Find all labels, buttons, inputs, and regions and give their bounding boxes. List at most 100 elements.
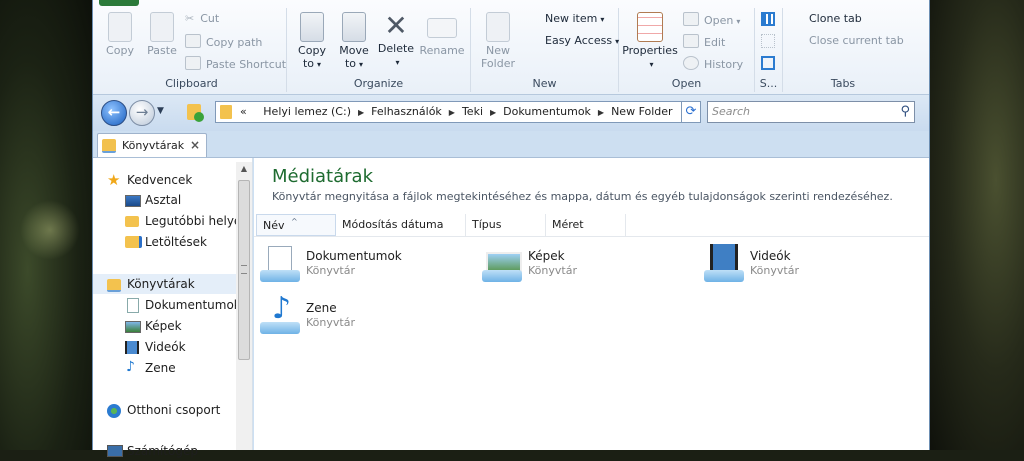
new-folder-icon [486, 12, 510, 42]
nav-item-downloads[interactable]: Letöltések [93, 232, 237, 252]
nav-item-music[interactable]: ♪ Zene [93, 358, 237, 378]
move-to-label: Move [339, 44, 369, 57]
breadcrumb-item-new-folder[interactable]: New Folder [611, 105, 672, 118]
libraries-icon [107, 279, 121, 292]
new-item-button[interactable]: New item ▾ [545, 12, 604, 25]
edit-button[interactable]: Edit [683, 34, 725, 49]
select-all-icon[interactable] [761, 12, 775, 26]
library-type: Könyvtár [306, 264, 355, 277]
scroll-thumb[interactable] [238, 180, 250, 360]
search-box[interactable]: Search ⚲ [707, 101, 915, 123]
breadcrumb-item-users[interactable]: Felhasználók [371, 105, 442, 118]
paste-shortcut-button[interactable]: Paste Shortcut [185, 56, 286, 71]
nav-item-computer[interactable]: Számítógép [93, 441, 237, 461]
breadcrumb-overflow[interactable]: « [240, 105, 247, 118]
clone-tab-label: Clone tab [809, 12, 862, 25]
move-to-dropdown-icon: ▾ [359, 60, 364, 69]
copy-path-button[interactable]: Copy path [185, 34, 262, 49]
copy-to-icon [300, 12, 324, 42]
nav-item-documents[interactable]: Dokumentumok [93, 295, 237, 315]
videos-icon [125, 341, 139, 354]
nav-label: Otthoni csoport [127, 403, 221, 417]
close-current-tab-label: Close current tab [809, 34, 904, 47]
search-icon[interactable]: ⚲ [900, 104, 910, 119]
back-button[interactable]: ← [101, 100, 127, 126]
column-header-size[interactable]: Méret [546, 214, 626, 236]
close-current-tab-button[interactable]: Close current tab [809, 34, 904, 47]
cut-label: Cut [200, 12, 220, 25]
clone-tab-button[interactable]: Clone tab [809, 12, 862, 25]
nav-item-favorites[interactable]: ★ Kedvencek [93, 170, 237, 190]
nav-item-desktop[interactable]: Asztal [93, 190, 237, 210]
nav-item-videos[interactable]: Videók [93, 337, 237, 357]
rename-label: Rename [419, 44, 465, 57]
move-to-button[interactable]: Move to ▾ [335, 12, 373, 70]
scissors-icon: ✂ [185, 12, 195, 25]
history-button[interactable]: History [683, 56, 743, 71]
copy-to-dropdown-icon: ▾ [317, 60, 322, 69]
libraries-icon [102, 139, 116, 153]
column-header-name[interactable]: ^ Név [256, 214, 336, 236]
copy-button[interactable]: Copy [103, 12, 137, 57]
tab-close-icon[interactable]: × [190, 138, 200, 152]
nav-item-recent-places[interactable]: Legutóbbi helyek [93, 211, 237, 231]
breadcrumb-item-drive[interactable]: Helyi lemez (C:) [263, 105, 351, 118]
column-header-type[interactable]: Típus [466, 214, 546, 236]
page-subtitle: Könyvtár megnyitása a fájlok megtekintés… [272, 190, 893, 203]
delete-button[interactable]: ✕ Delete ▾ [377, 12, 415, 68]
nav-item-libraries[interactable]: Könyvtárak [93, 274, 237, 294]
clipboard-group: Copy Paste ✂ Cut Copy path Paste Shortcut… [97, 8, 287, 92]
library-item-videos[interactable]: Videók Könyvtár [698, 244, 918, 290]
delete-dropdown-icon: ▾ [395, 58, 400, 67]
music-library-icon: ♪ [258, 292, 304, 340]
column-label: Módosítás dátuma [342, 218, 444, 231]
breadcrumb-item-user[interactable]: Teki [462, 105, 483, 118]
navigation-pane-scrollbar[interactable]: ▲ [236, 162, 252, 450]
documents-library-icon [258, 244, 304, 288]
desktop-background-right [930, 0, 1024, 450]
tab-libraries[interactable]: Könyvtárak × [97, 133, 207, 157]
copy-to-sub-label: to [302, 57, 315, 70]
rename-button[interactable]: Rename [419, 12, 465, 57]
open-label: Open [704, 14, 734, 27]
column-header-date-modified[interactable]: Módosítás dátuma [336, 214, 466, 236]
new-group-label: New [532, 77, 557, 90]
library-name: Videók [750, 249, 791, 263]
refresh-button[interactable]: ⟳ [681, 101, 701, 123]
address-bar[interactable]: « Helyi lemez (C:) ▶ Felhasználók ▶ Teki ▶ Dok… [215, 101, 689, 123]
ribbon: Copy Paste ✂ Cut Copy path Paste Shortcut… [93, 0, 929, 95]
nav-item-homegroup[interactable]: Otthoni csoport [93, 400, 237, 420]
new-folder-button[interactable]: New Folder [477, 12, 519, 70]
tab-label: Könyvtárak [122, 139, 185, 152]
open-button[interactable]: Open ▾ [683, 12, 740, 27]
library-type: Könyvtár [750, 264, 799, 277]
copy-to-button[interactable]: Copy to ▾ [293, 12, 331, 70]
easy-access-button[interactable]: Easy Access ▾ [545, 34, 619, 47]
new-group: New Folder New item ▾ Easy Access ▾ New [471, 8, 619, 92]
properties-dropdown-icon: ▾ [649, 60, 654, 69]
nav-item-pictures[interactable]: Képek [93, 316, 237, 336]
library-item-pictures[interactable]: Képek Könyvtár [476, 244, 696, 290]
recent-locations-dropdown-icon[interactable]: ▼ [157, 106, 164, 116]
properties-button[interactable]: Properties ▾ [621, 12, 679, 70]
green-up-arrow-icon [194, 112, 204, 122]
file-tab[interactable] [99, 0, 139, 6]
breadcrumb: « Helyi lemez (C:) ▶ Felhasználók ▶ Teki ▶ Dok… [240, 105, 673, 118]
library-item-documents[interactable]: Dokumentumok Könyvtár [254, 244, 474, 290]
invert-selection-icon[interactable] [761, 56, 775, 70]
column-label: Név [263, 219, 285, 232]
select-none-icon[interactable] [761, 34, 775, 48]
forward-button[interactable]: → [129, 100, 155, 126]
paste-label: Paste [147, 44, 177, 57]
scroll-up-icon[interactable]: ▲ [236, 162, 252, 176]
paste-button[interactable]: Paste [143, 12, 181, 57]
library-item-music[interactable]: ♪ Zene Könyvtár [254, 292, 474, 342]
desktop-background-left [0, 0, 92, 450]
navigation-pane: ★ Kedvencek Asztal Legutóbbi helyek Letö… [93, 158, 253, 458]
up-folder-button[interactable] [187, 102, 205, 122]
edit-icon [683, 34, 699, 48]
breadcrumb-item-documents[interactable]: Dokumentumok [503, 105, 591, 118]
recent-places-icon [125, 216, 139, 227]
explorer-window: Copy Paste ✂ Cut Copy path Paste Shortcut… [92, 0, 930, 458]
cut-button[interactable]: ✂ Cut [185, 12, 219, 25]
